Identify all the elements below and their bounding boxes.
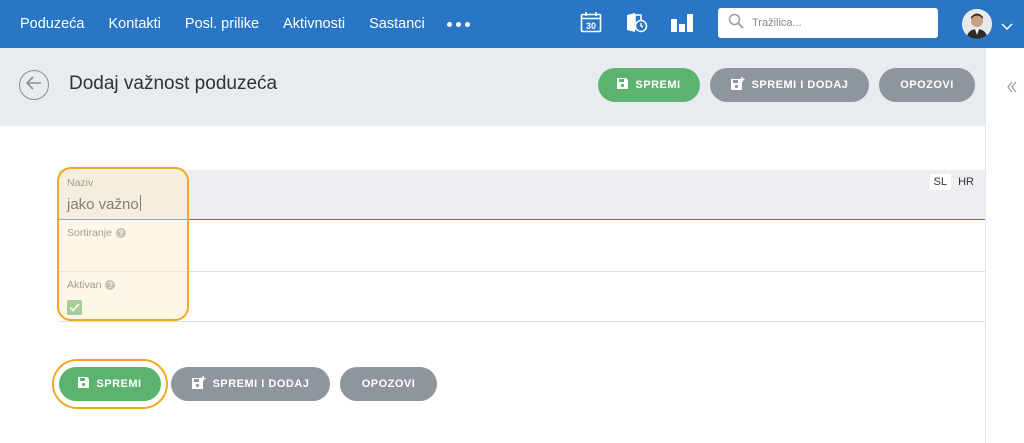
chevron-down-icon[interactable] [1001, 18, 1013, 36]
cancel-label: OPOZOVI [900, 79, 954, 91]
more-dots-icon[interactable] [446, 21, 470, 27]
save-label: SPREMI [96, 378, 142, 390]
floppy-disk-icon [78, 377, 90, 391]
calendar-icon[interactable]: 30 [580, 11, 604, 35]
active-label-wrap: Aktivan ? [67, 279, 116, 291]
arrow-left-icon [25, 75, 42, 95]
nav-item-companies[interactable]: Poduzeća [20, 16, 85, 32]
active-field-row: Aktivan ? [59, 272, 985, 322]
save-and-add-label: SPREMI I DODAJ [751, 79, 849, 91]
cancel-button[interactable]: OPOZOVI [340, 367, 437, 401]
save-and-add-button[interactable]: SPREMI I DODAJ [171, 367, 330, 401]
checkmark-icon [69, 299, 80, 317]
nav-item-contacts[interactable]: Kontakti [109, 16, 161, 32]
sort-label-wrap: Sortiranje ? [67, 227, 126, 239]
save-button[interactable]: SPREMI [59, 367, 161, 401]
nav-item-meetings[interactable]: Sastanci [369, 16, 425, 32]
reports-chart-icon[interactable] [670, 11, 694, 35]
sort-label: Sortiranje [67, 227, 112, 239]
nav-item-opportunities[interactable]: Posl. prilike [185, 16, 259, 32]
lang-tab-hr[interactable]: HR [954, 174, 978, 190]
main-nav: Poduzeća Kontakti Posl. prilike Aktivnos… [20, 0, 470, 48]
search-input[interactable]: Tražilica... [718, 8, 938, 38]
cancel-label: OPOZOVI [361, 378, 416, 390]
name-input[interactable]: jako važno [67, 195, 141, 213]
page-title: Dodaj važnost poduzeća [69, 73, 278, 94]
lang-tab-sl[interactable]: SL [929, 174, 951, 190]
calendar-day: 30 [586, 21, 596, 31]
save-button-top[interactable]: SPREMI [598, 68, 700, 102]
save-label: SPREMI [635, 79, 681, 91]
top-navigation-bar: Poduzeća Kontakti Posl. prilike Aktivnos… [0, 0, 1024, 48]
floppy-disk-icon [617, 78, 629, 92]
right-side-panel [985, 48, 1024, 443]
help-icon[interactable]: ? [105, 280, 116, 290]
save-and-add-label: SPREMI I DODAJ [212, 378, 310, 390]
name-label: Naziv [67, 177, 94, 189]
tasks-clock-icon[interactable] [624, 11, 648, 35]
active-label: Aktivan [67, 279, 102, 291]
search-placeholder: Tražilica... [752, 17, 802, 29]
name-field-row: Naziv jako važno SL HR [59, 170, 985, 220]
help-icon[interactable]: ? [115, 228, 126, 238]
save-and-add-button-top[interactable]: SPREMI I DODAJ [710, 68, 869, 102]
form: Naziv jako važno SL HR Sortiranje ? Akti… [59, 170, 985, 322]
floppy-disk-plus-icon [730, 77, 745, 93]
sort-field-row[interactable]: Sortiranje ? [59, 220, 985, 272]
active-checkbox[interactable] [67, 300, 82, 315]
floppy-disk-plus-icon [191, 376, 206, 392]
text-cursor [139, 195, 141, 211]
avatar[interactable] [962, 9, 992, 39]
cancel-button-top[interactable]: OPOZOVI [879, 68, 975, 102]
search-icon [728, 13, 744, 34]
nav-item-activities[interactable]: Aktivnosti [283, 16, 345, 32]
name-value: jako važno [67, 196, 139, 213]
double-chevron-left-icon[interactable] [1007, 80, 1017, 98]
back-button[interactable] [19, 70, 49, 100]
